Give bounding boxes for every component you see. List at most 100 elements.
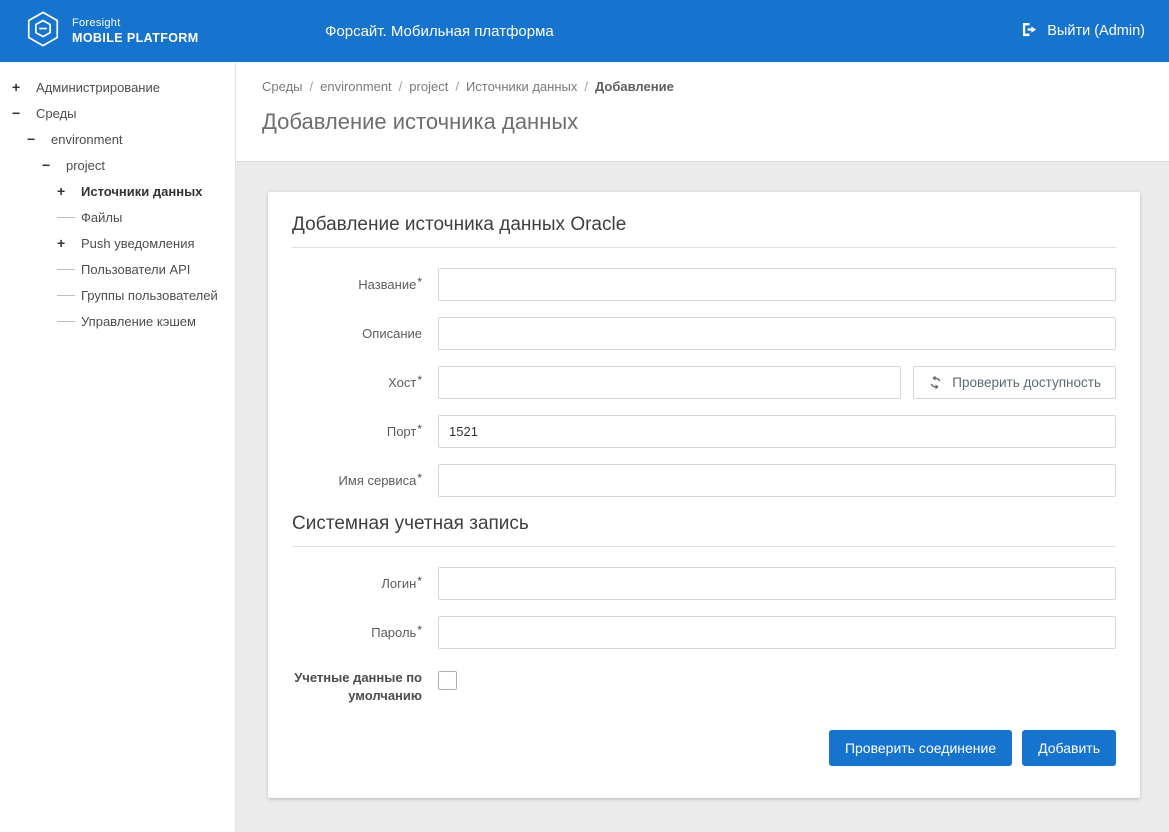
breadcrumb-item[interactable]: Среды [262, 79, 303, 94]
page-header: Среды / environment / project / Источники данн… [236, 62, 1169, 162]
section-title: Системная учетная запись [292, 513, 1116, 547]
expand-icon[interactable]: + [57, 184, 65, 198]
breadcrumb-item: Добавление [595, 79, 674, 94]
brand-line2: MOBILE PLATFORM [72, 31, 199, 45]
breadcrumb-item[interactable]: project [409, 79, 448, 94]
brand-text: Foresight MOBILE PLATFORM [72, 17, 199, 45]
sidebar-item-project[interactable]: − project [6, 152, 229, 178]
sidebar-item-пользователи-api[interactable]: Пользователи API [6, 256, 229, 282]
tree-toggle-slot: − [12, 106, 36, 120]
breadcrumb-separator: / [399, 79, 403, 94]
sidebar-item-label: Управление кэшем [81, 314, 196, 329]
sidebar-item-label: environment [51, 132, 123, 147]
required-asterisk: * [417, 275, 422, 289]
app-title: Форсайт. Мобильная платформа [325, 23, 554, 40]
sidebar-item-label: Push уведомления [81, 236, 195, 251]
name-input[interactable] [438, 268, 1116, 301]
logout-icon [1021, 22, 1038, 41]
sidebar-item-label: Пользователи API [81, 262, 190, 277]
login-input[interactable] [438, 567, 1116, 600]
password-row: Пароль* [292, 616, 1116, 649]
collapse-icon[interactable]: − [27, 132, 35, 146]
login-label: Логин* [292, 575, 422, 593]
field-label-text: Хост [388, 375, 416, 390]
expand-icon[interactable]: + [57, 236, 65, 250]
required-asterisk: * [417, 422, 422, 436]
sidebar: +Администрирование−Среды−environment−pro… [0, 62, 236, 832]
add-button[interactable]: Добавить [1022, 730, 1116, 766]
main-area: Среды / environment / project / Источники данн… [236, 62, 1169, 832]
port-label: Порт* [292, 423, 422, 441]
sync-icon [928, 375, 943, 390]
breadcrumb-separator: / [455, 79, 459, 94]
sidebar-item-группы-пользователей[interactable]: Группы пользователей [6, 282, 229, 308]
tree-toggle-slot: − [27, 132, 51, 146]
tree-toggle-slot: + [12, 80, 36, 94]
expand-icon[interactable]: + [12, 80, 20, 94]
breadcrumb-item[interactable]: environment [320, 79, 392, 94]
field-label-text: Логин [381, 576, 416, 591]
brand: Foresight MOBILE PLATFORM [24, 10, 199, 53]
sidebar-item-environment[interactable]: − environment [6, 126, 229, 152]
tree-connector-line [57, 295, 75, 296]
form-actions: Проверить соединение Добавить [292, 730, 1116, 766]
field-label-text: Название [358, 277, 416, 292]
logout-button[interactable]: Выйти (Admin) [1021, 22, 1145, 41]
sidebar-item-push-уведомления[interactable]: + Push уведомления [6, 230, 229, 256]
port-row: Порт* [292, 415, 1116, 448]
logout-label: Выйти (Admin) [1047, 23, 1145, 39]
breadcrumb-item[interactable]: Источники данных [466, 79, 577, 94]
collapse-icon[interactable]: − [12, 106, 20, 120]
form-card: Добавление источника данных Oracle Назван… [268, 192, 1140, 798]
field-label-text: Порт [387, 424, 416, 439]
required-asterisk: * [417, 373, 422, 387]
description-label: Описание [292, 325, 422, 343]
password-input[interactable] [438, 616, 1116, 649]
sidebar-item-источники-данных[interactable]: + Источники данных [6, 178, 229, 204]
check-availability-button[interactable]: Проверить доступность [913, 366, 1116, 399]
field-label-text: Имя сервиса [339, 473, 417, 488]
tree-toggle-slot: + [57, 236, 81, 250]
host-label: Хост* [292, 374, 422, 392]
sidebar-item-label: Администрирование [36, 80, 160, 95]
breadcrumb-separator: / [584, 79, 588, 94]
tree-leaf-slot [57, 321, 81, 322]
sidebar-item-управление-кэшем[interactable]: Управление кэшем [6, 308, 229, 334]
foresight-logo-icon [24, 10, 62, 53]
host-input[interactable] [438, 366, 901, 399]
sidebar-item-администрирование[interactable]: + Администрирование [6, 74, 229, 100]
name-label: Название* [292, 276, 422, 294]
app-header: Foresight MOBILE PLATFORM Форсайт. Мобил… [0, 0, 1169, 62]
sidebar-item-label: Файлы [81, 210, 122, 225]
field-label-text: Описание [362, 326, 422, 341]
content-area: Добавление источника данных Oracle Назван… [236, 162, 1169, 832]
host-row: Хост* Проверить доступность [292, 366, 1116, 399]
tree-leaf-slot [57, 295, 81, 296]
sidebar-item-label: project [66, 158, 105, 173]
section-title: Добавление источника данных Oracle [292, 214, 1116, 248]
tree-leaf-slot [57, 217, 81, 218]
required-asterisk: * [417, 623, 422, 637]
tree-toggle-slot: − [42, 158, 66, 172]
collapse-icon[interactable]: − [42, 158, 50, 172]
default-credentials-checkbox[interactable] [438, 671, 457, 690]
sidebar-item-label: Источники данных [81, 184, 202, 199]
service-input[interactable] [438, 464, 1116, 497]
sidebar-item-файлы[interactable]: Файлы [6, 204, 229, 230]
name-row: Название* [292, 268, 1116, 301]
brand-line1: Foresight [72, 17, 199, 29]
sidebar-item-среды[interactable]: −Среды [6, 100, 229, 126]
tree-toggle-slot: + [57, 184, 81, 198]
port-input[interactable] [438, 415, 1116, 448]
tree-connector-line [57, 269, 75, 270]
sidebar-item-label: Группы пользователей [81, 288, 218, 303]
required-asterisk: * [417, 471, 422, 485]
description-input[interactable] [438, 317, 1116, 350]
navigation-tree: +Администрирование−Среды−environment−pro… [6, 74, 229, 334]
password-label: Пароль* [292, 624, 422, 642]
tree-connector-line [57, 321, 75, 322]
required-asterisk: * [417, 574, 422, 588]
test-connection-button[interactable]: Проверить соединение [829, 730, 1012, 766]
service-row: Имя сервиса* [292, 464, 1116, 497]
login-row: Логин* [292, 567, 1116, 600]
